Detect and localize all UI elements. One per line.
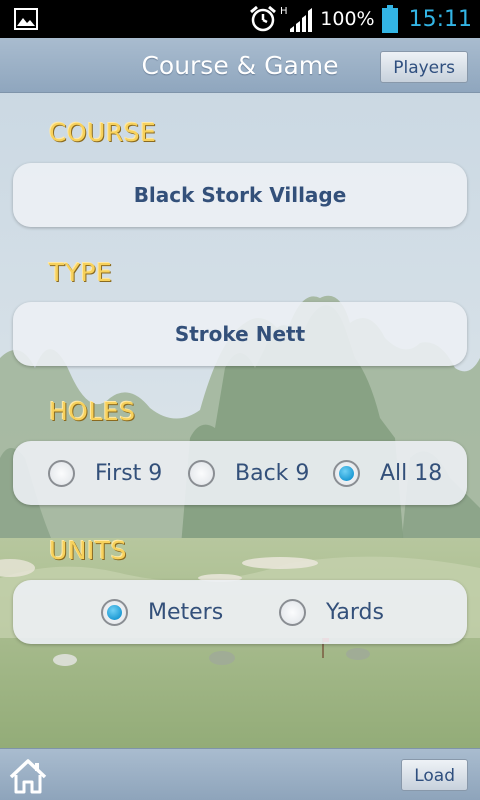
game-type-selector[interactable]: Stroke Nett — [13, 302, 467, 366]
home-icon[interactable] — [7, 757, 49, 795]
course-label: COURSE — [49, 118, 157, 147]
status-bar: H 100% 15:11 — [0, 0, 480, 38]
course-value: Black Stork Village — [133, 183, 347, 207]
game-type-value: Stroke Nett — [174, 322, 306, 346]
holes-label: HOLES — [49, 397, 136, 426]
holes-option-label: Back 9 — [235, 460, 310, 486]
units-option-label: Yards — [326, 599, 384, 625]
players-button[interactable]: Players — [380, 51, 468, 83]
holes-option-label: All 18 — [380, 460, 443, 486]
network-type: H — [280, 6, 288, 17]
load-button[interactable]: Load — [401, 759, 468, 791]
title-bar: Course & Game Players — [0, 38, 480, 93]
battery-icon — [381, 5, 398, 33]
units-radio-group: Meters Yards — [13, 580, 467, 644]
radio-unchecked-icon[interactable] — [279, 598, 306, 626]
clock-time: 15:11 — [408, 6, 472, 32]
image-notification-icon — [14, 8, 38, 30]
holes-option-back-9[interactable]: Back 9 — [188, 441, 309, 505]
battery-percent: 100% — [320, 8, 375, 30]
units-label: UNITS — [49, 536, 128, 565]
units-option-yards[interactable]: Yards — [279, 580, 384, 644]
radio-checked-icon[interactable] — [333, 459, 360, 487]
radio-unchecked-icon[interactable] — [48, 459, 75, 487]
course-selector[interactable]: Black Stork Village — [13, 163, 467, 227]
holes-option-label: First 9 — [95, 460, 163, 486]
type-label: TYPE — [49, 258, 113, 287]
signal-strength-icon: H — [280, 6, 313, 32]
radio-unchecked-icon[interactable] — [188, 459, 215, 487]
bottom-bar: Load — [0, 748, 480, 800]
holes-option-all-18[interactable]: All 18 — [333, 441, 442, 505]
units-option-meters[interactable]: Meters — [101, 580, 223, 644]
alarm-clock-icon — [250, 5, 277, 32]
units-option-label: Meters — [148, 599, 224, 625]
holes-option-first-9[interactable]: First 9 — [48, 441, 162, 505]
radio-checked-icon[interactable] — [101, 598, 128, 626]
holes-radio-group: First 9 Back 9 All 18 — [13, 441, 467, 505]
